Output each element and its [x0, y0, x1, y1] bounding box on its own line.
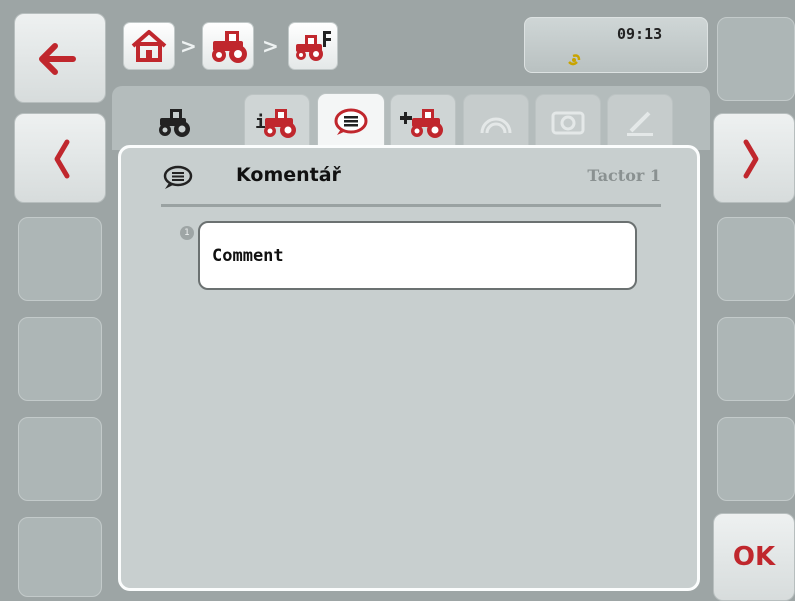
- tractor-implement-icon: [296, 31, 331, 61]
- breadcrumb-implement[interactable]: [288, 22, 338, 70]
- device-name: Tactor 1: [587, 166, 661, 185]
- ok-label: OK: [732, 542, 776, 572]
- breadcrumb-separator: >: [262, 34, 279, 58]
- breadcrumb-separator: >: [180, 34, 197, 58]
- comment-icon: [163, 165, 193, 189]
- camera-icon: [551, 111, 585, 135]
- clock-time: 09:13: [617, 25, 663, 43]
- arrow-left-icon: [39, 43, 76, 75]
- tab-tractor-connection[interactable]: [390, 94, 456, 150]
- tab-tractor-info[interactable]: i: [244, 94, 310, 150]
- comment-field-value: Comment: [212, 245, 284, 266]
- softkey-left-4[interactable]: [18, 317, 102, 401]
- previous-button[interactable]: [14, 113, 106, 203]
- next-button[interactable]: [713, 113, 795, 203]
- pencil-icon: [627, 111, 653, 136]
- softkey-left-5[interactable]: [18, 417, 102, 501]
- breadcrumb-tractor[interactable]: [202, 22, 254, 70]
- status-panel: 09:13: [524, 17, 708, 73]
- tab-camera[interactable]: [535, 94, 601, 150]
- softkey-right-4[interactable]: [717, 317, 795, 401]
- gauge-icon: [480, 117, 512, 134]
- gps-signal-icon: [568, 54, 581, 66]
- tab-comment[interactable]: [317, 93, 385, 151]
- title-divider: [161, 204, 661, 207]
- softkey-right-5[interactable]: [717, 417, 795, 501]
- chevron-right-icon: [743, 139, 759, 179]
- tab-gauge[interactable]: [463, 94, 529, 150]
- page-title: Komentář: [236, 164, 341, 186]
- tab-edit[interactable]: [607, 94, 673, 150]
- content-panel: Komentář Tactor 1 1 Comment: [118, 145, 700, 591]
- back-button[interactable]: [14, 13, 106, 103]
- field-index-badge: 1: [180, 226, 194, 240]
- comment-field[interactable]: Comment: [198, 221, 637, 290]
- breadcrumb-home[interactable]: [123, 22, 175, 70]
- comment-icon: [334, 108, 368, 135]
- home-icon: [131, 30, 167, 62]
- chevron-left-icon: [54, 139, 70, 179]
- softkey-left-6[interactable]: [18, 517, 102, 597]
- tractor-icon: [159, 109, 190, 137]
- softkey-left-3[interactable]: [18, 217, 102, 301]
- tractor-info-icon: i: [255, 109, 296, 138]
- tractor-icon: [212, 31, 247, 63]
- tab-tractor[interactable]: [142, 94, 206, 150]
- softkey-right-3[interactable]: [717, 217, 795, 301]
- tractor-connection-icon: [400, 109, 443, 138]
- ok-button[interactable]: OK: [713, 513, 795, 601]
- softkey-right-1[interactable]: [717, 17, 795, 101]
